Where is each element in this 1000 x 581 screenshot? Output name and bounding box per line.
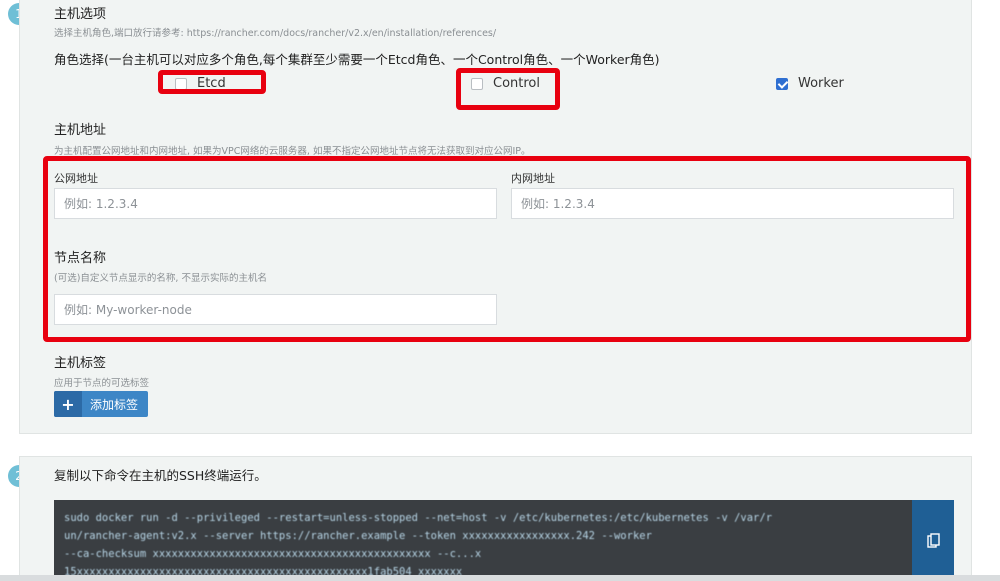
- node-name-title: 节点名称: [54, 251, 107, 266]
- host-address-description: 为主机配置公网地址和内网地址, 如果为VPC网络的云服务器, 如果不指定公网地址…: [54, 146, 531, 157]
- etcd-checkbox[interactable]: [175, 77, 187, 90]
- worker-checkbox[interactable]: [776, 77, 788, 90]
- role-worker-option[interactable]: Worker: [776, 76, 844, 91]
- host-options-title: 主机选项: [54, 7, 107, 22]
- command-line: --ca-checksum xxxxxxxxxxxxxxxxxxxxxxxxxx…: [64, 548, 482, 560]
- role-etcd-option[interactable]: Etcd: [175, 76, 226, 91]
- command-terminal[interactable]: sudo docker run -d --privileged --restar…: [54, 500, 912, 581]
- control-checkbox[interactable]: [471, 77, 483, 90]
- etcd-label: Etcd: [197, 76, 226, 91]
- internal-address-label: 内网地址: [511, 172, 555, 185]
- copy-command-button[interactable]: [912, 500, 954, 581]
- public-address-label: 公网地址: [54, 172, 98, 185]
- command-line: un/rancher-agent:v2.x --server https://r…: [64, 530, 652, 542]
- command-instruction: 复制以下命令在主机的SSH终端运行。: [54, 468, 267, 483]
- internal-address-input[interactable]: [511, 188, 954, 219]
- host-address-title: 主机地址: [54, 123, 107, 138]
- plus-icon: +: [54, 391, 82, 417]
- host-options-description: 选择主机角色,端口放行请参考: https://rancher.com/docs…: [54, 28, 497, 39]
- clipboard-icon: [926, 533, 940, 548]
- role-control-option[interactable]: Control: [471, 76, 540, 91]
- add-label-text: 添加标签: [90, 397, 139, 412]
- node-name-description: (可选)自定义节点显示的名称, 不显示实际的主机名: [54, 273, 267, 284]
- role-prompt: 角色选择(一台主机可以对应多个角色,每个集群至少需要一个Etcd角色、一个Con…: [54, 52, 660, 67]
- control-label: Control: [493, 76, 540, 91]
- host-labels-description: 应用于节点的可选标签: [54, 378, 150, 389]
- public-address-input[interactable]: [54, 188, 497, 219]
- page-bottom-edge: [0, 575, 1000, 581]
- node-name-input[interactable]: [54, 294, 497, 325]
- command-line: sudo docker run -d --privileged --restar…: [64, 512, 773, 524]
- worker-label: Worker: [798, 76, 844, 91]
- host-labels-title: 主机标签: [54, 356, 107, 371]
- add-label-button[interactable]: + 添加标签: [54, 391, 149, 417]
